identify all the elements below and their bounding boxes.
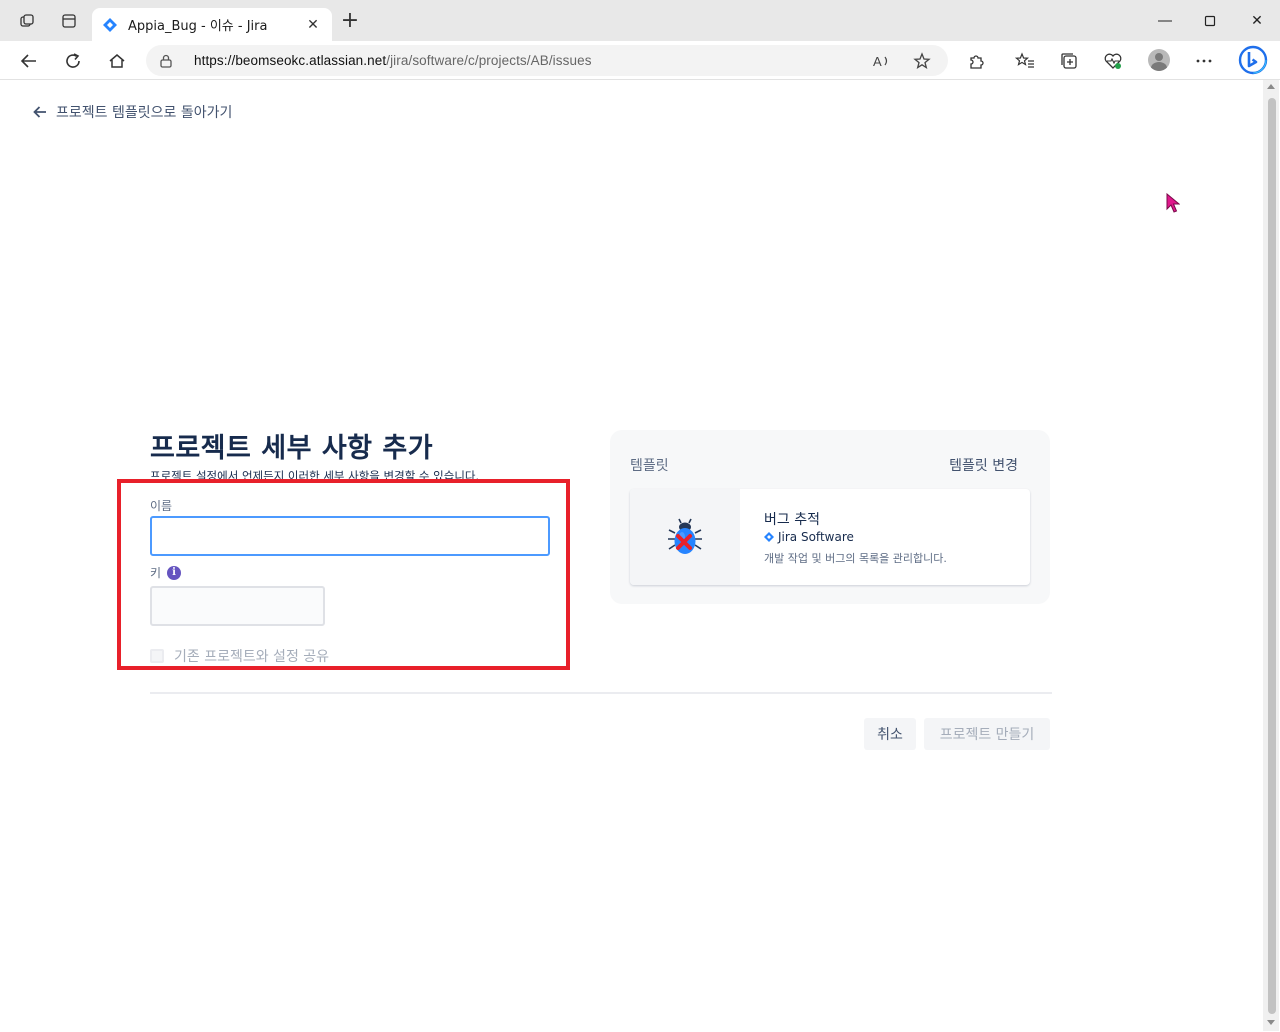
- scrollbar-thumb[interactable]: [1268, 98, 1276, 1014]
- maximize-icon[interactable]: [1195, 8, 1225, 34]
- favorite-icon[interactable]: [912, 51, 932, 71]
- extensions-icon[interactable]: [965, 50, 987, 72]
- profile-icon[interactable]: [1148, 49, 1170, 71]
- bug-icon: [668, 518, 702, 554]
- home-icon[interactable]: [103, 47, 131, 75]
- cancel-button[interactable]: 취소: [864, 718, 916, 750]
- change-template-button[interactable]: 템플릿 변경: [949, 455, 1018, 475]
- back-icon[interactable]: [15, 47, 43, 75]
- minimize-icon[interactable]: ―: [1150, 8, 1180, 34]
- arrow-left-icon: [32, 104, 48, 120]
- template-section-label: 템플릿: [630, 458, 669, 474]
- template-panel: 템플릿 템플릿 변경 버그 추적 Jira Software 개발 작업 및 버…: [610, 430, 1050, 604]
- tab-actions-icon[interactable]: [56, 8, 82, 34]
- address-bar[interactable]: https://beomseokc.atlassian.net/jira/sof…: [146, 45, 948, 76]
- more-icon[interactable]: [1193, 50, 1215, 72]
- browser-navbar: https://beomseokc.atlassian.net/jira/sof…: [0, 41, 1280, 80]
- template-description: 개발 작업 및 버그의 목록을 관리합니다.: [764, 552, 947, 565]
- back-link-label: 프로젝트 템플릿으로 돌아가기: [56, 105, 233, 121]
- tab-title: Appia_Bug - 이슈 - Jira: [128, 19, 268, 34]
- new-tab-icon[interactable]: +: [338, 10, 362, 34]
- close-window-icon[interactable]: ✕: [1242, 8, 1272, 34]
- page-title: 프로젝트 세부 사항 추가: [150, 433, 434, 464]
- create-project-button[interactable]: 프로젝트 만들기: [924, 718, 1050, 750]
- browser-tab[interactable]: Appia_Bug - 이슈 - Jira ✕: [92, 8, 332, 41]
- scroll-up-icon[interactable]: [1267, 84, 1275, 89]
- template-product: Jira Software: [764, 530, 854, 544]
- template-card: 버그 추적 Jira Software 개발 작업 및 버그의 목록을 관리합니…: [630, 489, 1030, 585]
- template-thumbnail: [630, 489, 740, 585]
- close-tab-icon[interactable]: ✕: [304, 17, 322, 33]
- lock-icon[interactable]: [160, 54, 174, 68]
- performance-icon[interactable]: [1102, 50, 1124, 72]
- workspaces-icon[interactable]: [14, 8, 40, 34]
- refresh-icon[interactable]: [59, 47, 87, 75]
- scroll-down-icon[interactable]: [1267, 1020, 1275, 1025]
- collections-icon[interactable]: [1058, 50, 1080, 72]
- template-title: 버그 추적: [764, 512, 820, 528]
- footer-divider: [150, 692, 1052, 694]
- jira-favicon: [102, 17, 118, 33]
- svg-text:A: A: [873, 54, 882, 69]
- browser-titlebar: Appia_Bug - 이슈 - Jira ✕ + ― ✕: [0, 0, 1280, 41]
- highlight-box: [117, 479, 570, 670]
- url-text: https://beomseokc.atlassian.net/jira/sof…: [194, 53, 592, 68]
- bing-icon[interactable]: [1237, 44, 1269, 76]
- template-product-name: Jira Software: [778, 530, 854, 544]
- jira-logo-icon: [764, 532, 774, 542]
- read-aloud-icon[interactable]: A: [872, 51, 892, 71]
- mouse-cursor-icon: [1166, 193, 1180, 213]
- back-to-templates-link[interactable]: 프로젝트 템플릿으로 돌아가기: [32, 102, 232, 122]
- favorites-icon[interactable]: [1014, 50, 1036, 72]
